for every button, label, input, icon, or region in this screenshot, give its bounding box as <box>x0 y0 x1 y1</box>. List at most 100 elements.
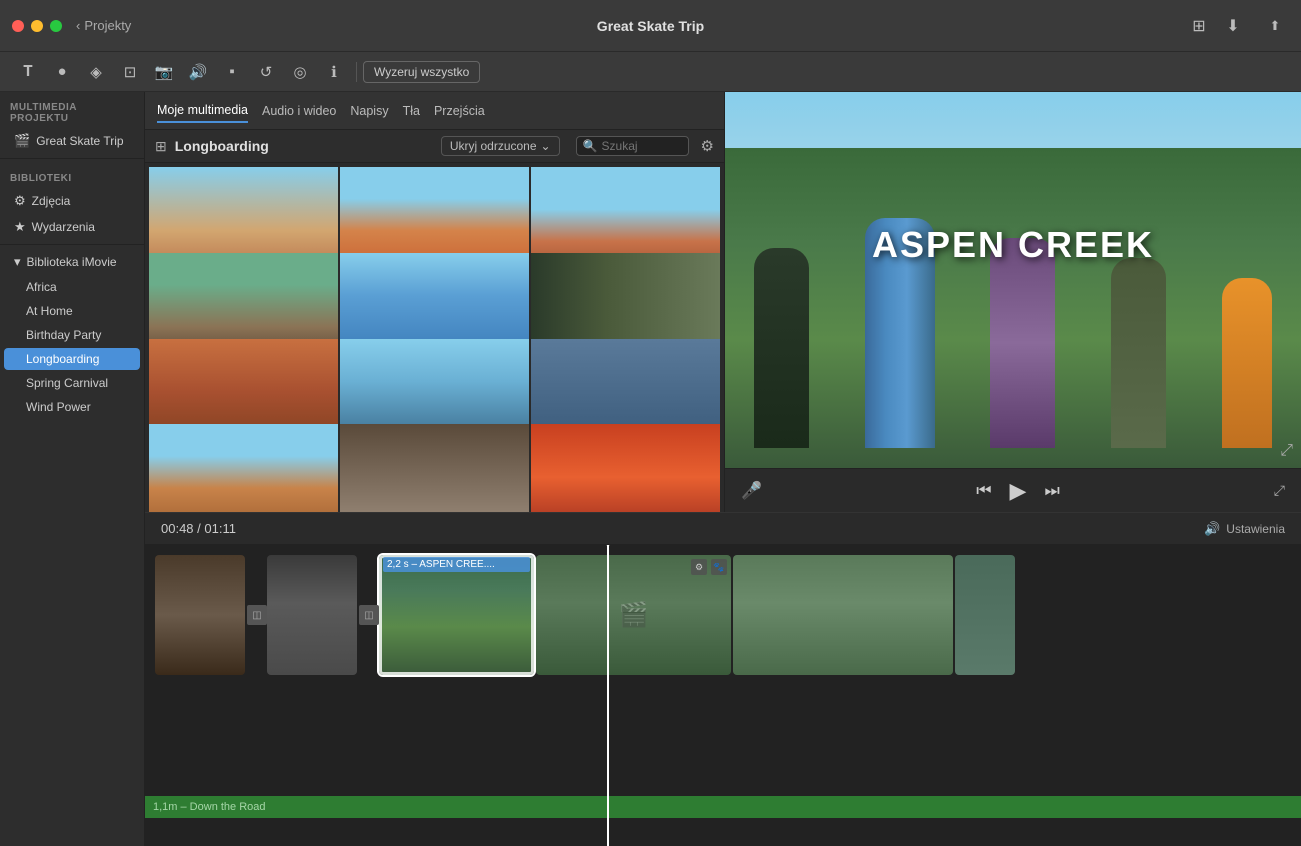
thumb-cell-11[interactable] <box>340 424 529 512</box>
audio-track-label: 1,1m – Down the Road <box>153 801 266 813</box>
fullscreen-icon[interactable]: ⤢ <box>1274 482 1285 499</box>
sidebar-item-birthday-party[interactable]: Birthday Party <box>4 324 140 346</box>
clear-all-button[interactable]: Wyzeruj wszystko <box>363 61 480 83</box>
playhead-triangle <box>602 545 614 547</box>
video-track: ◫ ◫ 2,2 s – ASPEN CREE.... <box>145 545 1301 685</box>
sidebar-item-africa[interactable]: Africa <box>4 276 140 298</box>
filter-label: Ukryj odrzucone <box>450 139 537 153</box>
sidebar-item-longboarding[interactable]: Longboarding <box>4 348 140 370</box>
audio-track: 1,1m – Down the Road <box>145 796 1301 818</box>
timeline-settings-button[interactable]: 🔊 Ustawienia <box>1204 521 1285 537</box>
main-layout: MULTIMEDIA PROJEKTU 🎬 Great Skate Trip B… <box>0 92 1301 846</box>
share-icon[interactable]: ⬆ <box>1261 12 1289 40</box>
sidebar-label-wind-power: Wind Power <box>26 400 91 414</box>
events-icon: ★ <box>14 219 26 235</box>
text-tool-icon[interactable]: 𝐓 <box>12 58 44 86</box>
back-label: Projekty <box>84 18 131 33</box>
transition-handle-2[interactable]: ◫ <box>359 605 379 625</box>
expand-preview-icon[interactable]: ⤢ <box>1280 442 1293 460</box>
libraries-section-label: BIBLIOTEKI <box>0 163 144 188</box>
microphone-icon[interactable]: 🎤 <box>741 481 762 501</box>
clip-4[interactable]: ⚙ 🐾 🎬 <box>536 555 731 675</box>
maximize-button[interactable] <box>50 20 62 32</box>
media-search-box[interactable]: 🔍 <box>576 136 689 156</box>
content-area: Moje multimedia Audio i wideo Napisy Tła… <box>145 92 1301 846</box>
go-to-end-button[interactable]: ⏭ <box>1044 481 1059 501</box>
sidebar-item-zdjecia[interactable]: ⚙ Zdjęcia <box>4 189 140 213</box>
preview-controls-bar: 🎤 ⏮ ▶ ⏭ ⤢ <box>725 468 1301 512</box>
minimize-button[interactable] <box>31 20 43 32</box>
close-button[interactable] <box>12 20 24 32</box>
tab-napisy[interactable]: Napisy <box>350 100 388 122</box>
stabilize-tool-icon[interactable]: ◎ <box>284 58 316 86</box>
tab-tla[interactable]: Tła <box>403 100 420 122</box>
tab-przejscia[interactable]: Przejścia <box>434 100 485 122</box>
clip-6[interactable] <box>955 555 1015 675</box>
sidebar-item-at-home[interactable]: At Home <box>4 300 140 322</box>
color-tool-icon[interactable]: ● <box>46 58 78 86</box>
video-preview: ASPEN CREEK ⤢ 🎤 ⏮ ▶ ⏭ ⤢ <box>725 92 1301 512</box>
sidebar-item-wind-power[interactable]: Wind Power <box>4 396 140 418</box>
photos-icon: ⚙ <box>14 193 26 209</box>
sidebar-label-zdjecia: Zdjęcia <box>32 194 71 208</box>
top-content: Moje multimedia Audio i wideo Napisy Tła… <box>145 92 1301 512</box>
preview-main: ASPEN CREEK ⤢ <box>725 92 1301 468</box>
transition-handle-1[interactable]: ◫ <box>247 605 267 625</box>
sidebar-item-wydarzenia[interactable]: ★ Wydarzenia <box>4 215 140 239</box>
import-icon[interactable]: ⬇ <box>1219 12 1247 40</box>
tab-moje-multimedia[interactable]: Moje multimedia <box>157 99 248 123</box>
crop-tool-icon[interactable]: ⊡ <box>114 58 146 86</box>
settings-label: Ustawienia <box>1226 522 1285 536</box>
sidebar-item-imovie-library[interactable]: ▾ Biblioteka iMovie <box>4 250 140 274</box>
sidebar-label-wydarzenia: Wydarzenia <box>32 220 95 234</box>
filter-tool-icon[interactable]: ◈ <box>80 58 112 86</box>
sidebar-label-imovie: Biblioteka iMovie <box>27 255 117 269</box>
play-pause-button[interactable]: ▶ <box>1010 478 1027 504</box>
search-icon: 🔍 <box>583 139 598 153</box>
sidebar-divider-2 <box>0 244 144 245</box>
sidebar-divider-1 <box>0 158 144 159</box>
volume-tool-icon[interactable]: 🔊 <box>182 58 214 86</box>
media-tabs: Moje multimedia Audio i wideo Napisy Tła… <box>145 92 724 130</box>
media-browser: Moje multimedia Audio i wideo Napisy Tła… <box>145 92 725 512</box>
chevron-down-icon: ▾ <box>14 254 21 270</box>
grid-view-icon[interactable]: ⊞ <box>1185 12 1213 40</box>
filter-dropdown[interactable]: Ukryj odrzucone ⌄ <box>441 136 560 156</box>
sidebar-item-spring-carnival[interactable]: Spring Carnival <box>4 372 140 394</box>
toolbar-separator <box>356 62 357 82</box>
sidebar-label-longboarding: Longboarding <box>26 352 99 366</box>
thumb-cell-12[interactable] <box>531 424 720 512</box>
search-input[interactable] <box>602 139 682 153</box>
clip-1[interactable] <box>155 555 245 675</box>
grid-view-toggle-icon[interactable]: ⊞ <box>155 138 167 155</box>
go-to-start-button[interactable]: ⏮ <box>976 481 991 501</box>
tab-audio-wideo[interactable]: Audio i wideo <box>262 100 336 122</box>
timeline-tracks: ◫ ◫ 2,2 s – ASPEN CREE.... <box>145 545 1301 846</box>
filter-chevron-icon: ⌄ <box>541 139 551 153</box>
multimedia-section-label: MULTIMEDIA PROJEKTU <box>0 92 144 128</box>
clip-3-selected[interactable]: 2,2 s – ASPEN CREE.... <box>379 555 534 675</box>
volume-slider-icon: 🔊 <box>1204 521 1220 537</box>
media-settings-icon[interactable]: ⚙ <box>701 137 714 155</box>
preview-title-overlay: ASPEN CREEK <box>872 224 1154 266</box>
back-button[interactable]: ‹ Projekty <box>76 18 131 33</box>
speed-tool-icon[interactable]: ↺ <box>250 58 282 86</box>
playhead[interactable] <box>607 545 609 846</box>
sidebar-label-africa: Africa <box>26 280 57 294</box>
sidebar-item-great-skate-trip[interactable]: 🎬 Great Skate Trip <box>4 129 140 153</box>
camera-tool-icon[interactable]: 📷 <box>148 58 180 86</box>
sidebar-item-label-gst: Great Skate Trip <box>36 134 123 148</box>
thumb-cell-10[interactable] <box>149 424 338 512</box>
sidebar: MULTIMEDIA PROJEKTU 🎬 Great Skate Trip B… <box>0 92 145 846</box>
scrub-icon-2[interactable]: 🐾 <box>711 559 727 575</box>
clip-2[interactable] <box>267 555 357 675</box>
film-icon: 🎬 <box>14 133 30 149</box>
chart-tool-icon[interactable]: ▪ <box>216 58 248 86</box>
scrub-icon-1[interactable]: ⚙ <box>691 559 707 575</box>
chevron-left-icon: ‹ <box>76 18 80 33</box>
clip-5[interactable] <box>733 555 953 675</box>
timecode-display: 00:48 / 01:11 <box>161 521 236 536</box>
timeline-inner: ◫ ◫ 2,2 s – ASPEN CREE.... <box>145 545 1301 846</box>
clip-label: 2,2 s – ASPEN CREE.... <box>383 557 530 572</box>
info-tool-icon[interactable]: ℹ <box>318 58 350 86</box>
